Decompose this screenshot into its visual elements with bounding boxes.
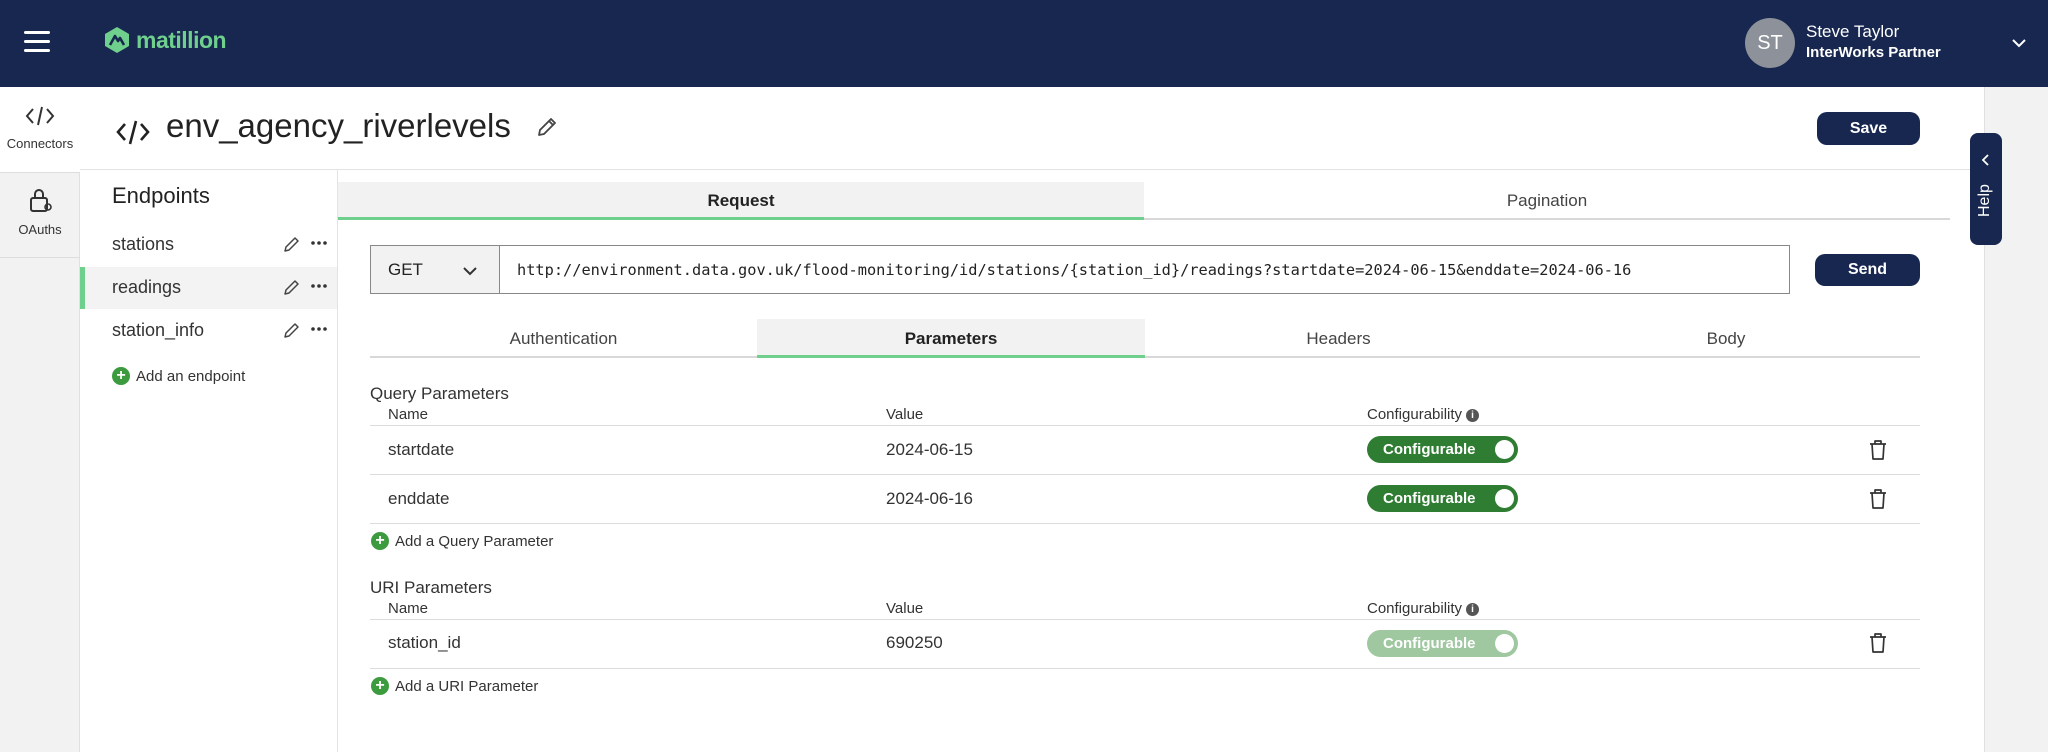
tab-body[interactable]: Body <box>1532 319 1920 358</box>
endpoint-name: readings <box>112 277 182 297</box>
column-header-name: Name <box>388 600 429 617</box>
user-organization: InterWorks Partner <box>1806 44 1941 61</box>
page-header: env_agency_riverlevels <box>80 87 1985 170</box>
chevron-down-icon[interactable] <box>2010 34 2028 52</box>
add-uri-parameter-label: Add a URI Parameter <box>395 677 539 695</box>
page-title: env_agency_riverlevels <box>166 107 511 144</box>
hamburger-menu-icon[interactable] <box>24 31 50 53</box>
chevron-left-icon <box>1981 154 1989 166</box>
endpoints-panel: Endpoints stations readings station_info… <box>80 170 338 752</box>
param-name: station_id <box>388 633 461 652</box>
more-options-icon[interactable] <box>309 233 329 253</box>
endpoint-name: stations <box>112 234 175 254</box>
tab-parameters[interactable]: Parameters <box>757 319 1145 358</box>
toggle-label: Configurable <box>1383 441 1476 458</box>
user-avatar[interactable]: ST <box>1745 18 1795 68</box>
user-name: Steve Taylor <box>1806 22 1900 41</box>
param-value: 2024-06-16 <box>886 489 973 508</box>
send-button[interactable]: Send <box>1815 254 1920 286</box>
trash-icon[interactable] <box>1868 488 1888 510</box>
tab-pagination[interactable]: Pagination <box>1144 182 1950 220</box>
add-endpoint-button[interactable]: + Add an endpoint <box>112 367 245 385</box>
code-icon <box>25 106 55 126</box>
column-header-value: Value <box>886 406 924 423</box>
configurable-toggle[interactable]: Configurable <box>1367 630 1518 657</box>
add-query-parameter-label: Add a Query Parameter <box>395 532 554 550</box>
http-method-select[interactable]: GET <box>370 245 500 294</box>
rail-item-connectors[interactable]: Connectors <box>0 87 80 172</box>
lock-icon <box>30 189 52 212</box>
matillion-logo[interactable]: matillion <box>104 26 227 54</box>
code-icon <box>116 120 150 145</box>
configurable-toggle[interactable]: Configurable <box>1367 436 1518 463</box>
info-icon[interactable]: i <box>1466 602 1480 616</box>
plus-circle-icon: + <box>112 367 130 385</box>
param-value: 690250 <box>886 633 943 652</box>
param-value: 2024-06-15 <box>886 440 973 459</box>
rail-item-label: OAuths <box>18 222 62 237</box>
rail-item-label: Connectors <box>6 136 74 151</box>
rail-item-oauths[interactable]: OAuths <box>0 185 80 255</box>
http-method-value: GET <box>388 260 423 279</box>
trash-icon[interactable] <box>1868 632 1888 654</box>
column-header-configurability: Configurability i <box>1367 600 1480 617</box>
toggle-label: Configurable <box>1383 635 1476 652</box>
query-parameters-title: Query Parameters <box>370 384 509 403</box>
pencil-icon[interactable] <box>535 115 559 139</box>
more-options-icon[interactable] <box>309 276 329 296</box>
pencil-icon[interactable] <box>282 234 302 254</box>
param-name: startdate <box>388 440 455 459</box>
help-label: Help <box>1976 184 1993 217</box>
divider <box>370 425 1920 426</box>
pencil-icon[interactable] <box>282 277 302 297</box>
column-header-configurability: Configurability i <box>1367 406 1480 423</box>
tab-headers[interactable]: Headers <box>1145 319 1532 358</box>
pencil-icon[interactable] <box>282 320 302 340</box>
brand-name: matillion <box>136 26 227 53</box>
toggle-knob <box>1495 440 1514 459</box>
request-tabs: Request Pagination <box>338 182 1950 220</box>
column-header-configurability-label: Configurability <box>1367 600 1463 617</box>
save-button[interactable]: Save <box>1817 112 1920 145</box>
add-query-parameter-button[interactable]: + Add a Query Parameter <box>371 532 553 550</box>
column-header-name: Name <box>388 406 429 423</box>
endpoint-item-readings[interactable]: readings <box>80 267 337 309</box>
url-input[interactable] <box>499 245 1790 294</box>
endpoints-heading: Endpoints <box>112 183 210 208</box>
divider <box>0 172 80 173</box>
add-uri-parameter-button[interactable]: + Add a URI Parameter <box>371 677 538 695</box>
left-rail: Connectors OAuths <box>0 87 80 752</box>
top-navigation-bar: matillion ST Steve Taylor InterWorks Par… <box>0 0 2048 87</box>
divider <box>370 668 1920 669</box>
uri-parameters-title: URI Parameters <box>370 578 492 597</box>
column-header-configurability-label: Configurability <box>1367 406 1463 423</box>
divider <box>370 474 1920 475</box>
chevron-down-icon <box>463 267 477 276</box>
divider <box>370 619 1920 620</box>
matillion-logo-icon <box>105 27 129 53</box>
plus-circle-icon: + <box>371 532 389 550</box>
more-options-icon[interactable] <box>309 319 329 339</box>
configurable-toggle[interactable]: Configurable <box>1367 485 1518 512</box>
toggle-label: Configurable <box>1383 490 1476 507</box>
toggle-knob <box>1495 489 1514 508</box>
plus-circle-icon: + <box>371 677 389 695</box>
help-panel-toggle[interactable]: Help <box>1970 133 2002 245</box>
trash-icon[interactable] <box>1868 439 1888 461</box>
endpoint-item-station-info[interactable]: station_info <box>80 310 337 352</box>
column-header-value: Value <box>886 600 924 617</box>
info-icon[interactable]: i <box>1466 408 1480 422</box>
divider <box>370 523 1920 524</box>
param-name: enddate <box>388 489 450 508</box>
endpoint-item-stations[interactable]: stations <box>80 224 337 266</box>
divider <box>0 257 80 258</box>
toggle-knob <box>1495 634 1514 653</box>
tab-authentication[interactable]: Authentication <box>370 319 757 358</box>
add-endpoint-label: Add an endpoint <box>136 367 246 385</box>
endpoint-name: station_info <box>112 320 205 340</box>
parameter-tabs: Authentication Parameters Headers Body <box>370 319 1920 358</box>
tab-request[interactable]: Request <box>338 182 1144 220</box>
